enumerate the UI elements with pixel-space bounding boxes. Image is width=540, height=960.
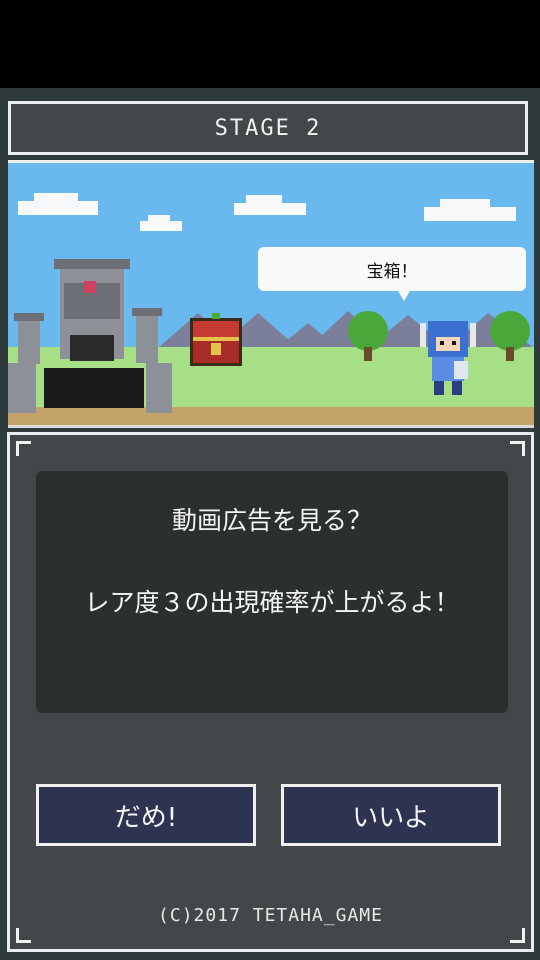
scene-art [8,163,534,425]
message-box: 動画広告を見る？ レア度３の出現確率が上がるよ！ [36,471,508,713]
corner-marker [510,928,525,943]
dialog-panel: 動画広告を見る？ レア度３の出現確率が上がるよ！ だめ! いいよ (C)2017… [7,432,534,952]
accept-button-label: いいよ [352,802,430,833]
copyright-text: (C)2017 TETAHA_GAME [158,905,383,926]
game-scene: 宝箱！ [8,160,534,428]
dialog-detail: レア度３の出現確率が上がるよ！ [84,588,460,617]
corner-marker [510,441,525,456]
accept-button[interactable]: いいよ [281,784,501,846]
dirt [8,407,534,425]
corner-marker [16,441,31,456]
decline-button-label: だめ! [114,802,178,833]
treasure-chest-icon [190,313,242,366]
speech-bubble-text: 宝箱！ [366,261,418,282]
stage-title-bar: STAGE 2 [8,101,528,155]
dialog-question: 動画広告を見る？ [171,506,372,535]
stage-title: STAGE 2 [214,115,322,141]
corner-marker [16,928,31,943]
speech-bubble: 宝箱！ [258,247,526,301]
decline-button[interactable]: だめ! [36,784,256,846]
